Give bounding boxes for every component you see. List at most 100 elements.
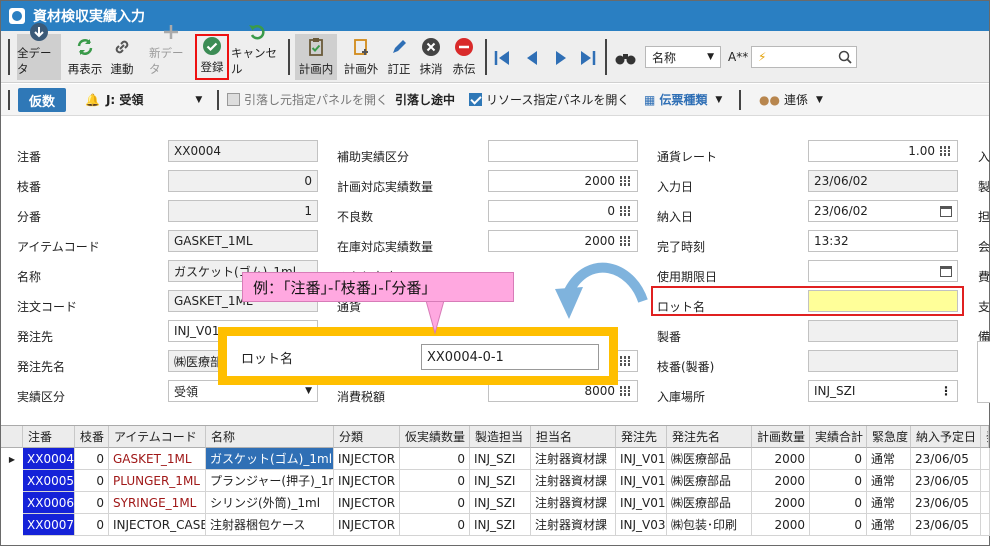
kari-button[interactable]: 仮数 [18, 88, 66, 112]
table-cell[interactable]: 0 [400, 514, 470, 536]
table-cell[interactable]: INJ_SZI [470, 492, 531, 514]
table-cell[interactable]: 23/06/05 [911, 514, 981, 536]
column-header[interactable]: 発 [981, 426, 989, 448]
table-cell[interactable]: PLUNGER_1ML [109, 470, 206, 492]
table-cell[interactable]: 注射器資材課 [531, 470, 616, 492]
more-icon[interactable]: ⋮ [940, 384, 952, 398]
table-cell[interactable]: 0 [810, 514, 867, 536]
table-cell[interactable]: 0 [810, 492, 867, 514]
table-cell[interactable]: INJ_V01 [616, 470, 667, 492]
table-cell[interactable]: ガスケット(ゴム)_1ml [206, 448, 334, 470]
delivery-date-field[interactable]: 23/06/02 [808, 200, 958, 222]
table-cell[interactable]: 注射器梱包ケース [206, 514, 334, 536]
table-cell[interactable]: 注射器資材課 [531, 492, 616, 514]
table-cell[interactable]: ㈱包装･印刷 [667, 514, 752, 536]
refresh-button[interactable]: 再表示 [65, 34, 105, 80]
table-cell[interactable]: 通常 [867, 492, 911, 514]
table-cell[interactable]: INJ_SZI [470, 514, 531, 536]
table-cell[interactable]: 0 [810, 448, 867, 470]
table-cell[interactable]: XX0004 [23, 448, 75, 470]
table-cell[interactable]: 0 [400, 470, 470, 492]
table-cell[interactable]: 0 [75, 492, 109, 514]
table-cell[interactable] [981, 470, 990, 492]
table-cell[interactable]: 0 [400, 448, 470, 470]
column-header[interactable]: 計画数量 [752, 426, 810, 448]
input-date-field[interactable]: 23/06/02 [808, 170, 958, 192]
column-header[interactable]: 発注先 [616, 426, 667, 448]
column-header[interactable]: 製造担当 [470, 426, 531, 448]
table-cell[interactable]: ㈱医療部品 [667, 492, 752, 514]
item-code-field[interactable]: GASKET_1ML [168, 230, 318, 252]
mfg-number-field[interactable] [808, 320, 958, 342]
table-cell[interactable]: 0 [400, 492, 470, 514]
table-cell[interactable] [981, 514, 990, 536]
table-cell[interactable]: INJ_SZI [470, 470, 531, 492]
table-cell[interactable]: 23/06/05 [911, 470, 981, 492]
table-cell[interactable]: XX0005 [23, 470, 75, 492]
table-cell[interactable]: 0 [810, 470, 867, 492]
table-cell[interactable]: 通常 [867, 514, 911, 536]
all-data-button[interactable]: 全データ [17, 23, 61, 80]
stock-quantity-field[interactable]: 2000 [488, 230, 638, 252]
next-record-icon[interactable] [552, 49, 570, 67]
slip-type-dropdown[interactable]: ▦ 伝票種類 ▼ [644, 91, 722, 108]
red-slip-button[interactable]: 赤伝 [449, 34, 479, 80]
table-cell[interactable]: 通常 [867, 470, 911, 492]
table-cell[interactable]: 注射器資材課 [531, 448, 616, 470]
column-header[interactable]: アイテムコード [109, 426, 206, 448]
table-cell[interactable]: SYRINGE_1ML [109, 492, 206, 514]
type-select[interactable]: 🔔 J: 受領 ▼ [85, 91, 202, 108]
table-cell[interactable]: ㈱医療部品 [667, 448, 752, 470]
pull-panel-checkbox[interactable]: 引落し元指定パネルを開く [227, 91, 388, 108]
column-header[interactable]: 注番 [23, 426, 75, 448]
expiry-date-field[interactable] [808, 260, 958, 282]
table-cell[interactable]: INJECTOR [334, 470, 400, 492]
sub-result-type-field[interactable] [488, 140, 638, 162]
currency-rate-field[interactable]: 1.00 [808, 140, 958, 162]
table-cell[interactable]: INJECTOR [334, 448, 400, 470]
out-plan-button[interactable]: 計画外 [341, 34, 381, 80]
column-header[interactable]: 納入予定日 [911, 426, 981, 448]
new-data-button[interactable]: 新データ [149, 25, 193, 80]
search-mode-toggle[interactable]: A** [728, 50, 748, 64]
column-header[interactable]: 名称 [206, 426, 334, 448]
table-cell[interactable]: 2000 [752, 492, 810, 514]
search-field-select[interactable]: 名称 ▼ [645, 46, 721, 68]
table-cell[interactable]: ㈱医療部品 [667, 470, 752, 492]
remarks-field[interactable] [977, 341, 990, 403]
table-cell[interactable]: XX0006 [23, 492, 75, 514]
mfg-branch-field[interactable] [808, 350, 958, 372]
cancel-button[interactable]: キャンセル [231, 24, 283, 80]
link-button[interactable]: 連動 [107, 34, 137, 80]
table-cell[interactable]: 2000 [752, 470, 810, 492]
table-cell[interactable]: 2000 [752, 514, 810, 536]
calendar-icon[interactable] [940, 205, 952, 217]
table-cell[interactable]: INJECTOR_CASE [109, 514, 206, 536]
search-input[interactable]: ⚡ [751, 46, 857, 68]
branch-number-field[interactable]: 0 [168, 170, 318, 192]
first-record-icon[interactable] [493, 49, 511, 67]
column-header[interactable]: 実績合計 [810, 426, 867, 448]
calendar-icon[interactable] [940, 265, 952, 277]
column-header[interactable]: 緊急度 [867, 426, 911, 448]
table-cell[interactable]: 2000 [752, 448, 810, 470]
delete-button[interactable]: 抹消 [417, 34, 445, 80]
plan-quantity-field[interactable]: 2000 [488, 170, 638, 192]
register-button[interactable]: 登録 [195, 34, 229, 80]
table-cell[interactable]: 通常 [867, 448, 911, 470]
column-header[interactable]: 発注先名 [667, 426, 752, 448]
table-cell[interactable]: INJECTOR [334, 514, 400, 536]
table-cell[interactable] [981, 448, 990, 470]
table-cell[interactable]: INJ_V01 [616, 492, 667, 514]
table-cell[interactable]: 23/06/05 [911, 492, 981, 514]
table-cell[interactable]: INJ_V03 [616, 514, 667, 536]
table-cell[interactable]: 23/06/05 [911, 448, 981, 470]
column-header[interactable]: 仮実績数量 [400, 426, 470, 448]
table-cell[interactable]: INJ_V01 [616, 448, 667, 470]
storage-location-field[interactable]: INJ_SZI ⋮ [808, 380, 958, 402]
table-cell[interactable] [981, 492, 990, 514]
defect-quantity-field[interactable]: 0 [488, 200, 638, 222]
table-cell[interactable]: プランジャー(押子)_1ml [206, 470, 334, 492]
table-cell[interactable]: 0 [75, 448, 109, 470]
in-plan-button[interactable]: 計画内 [295, 34, 337, 80]
